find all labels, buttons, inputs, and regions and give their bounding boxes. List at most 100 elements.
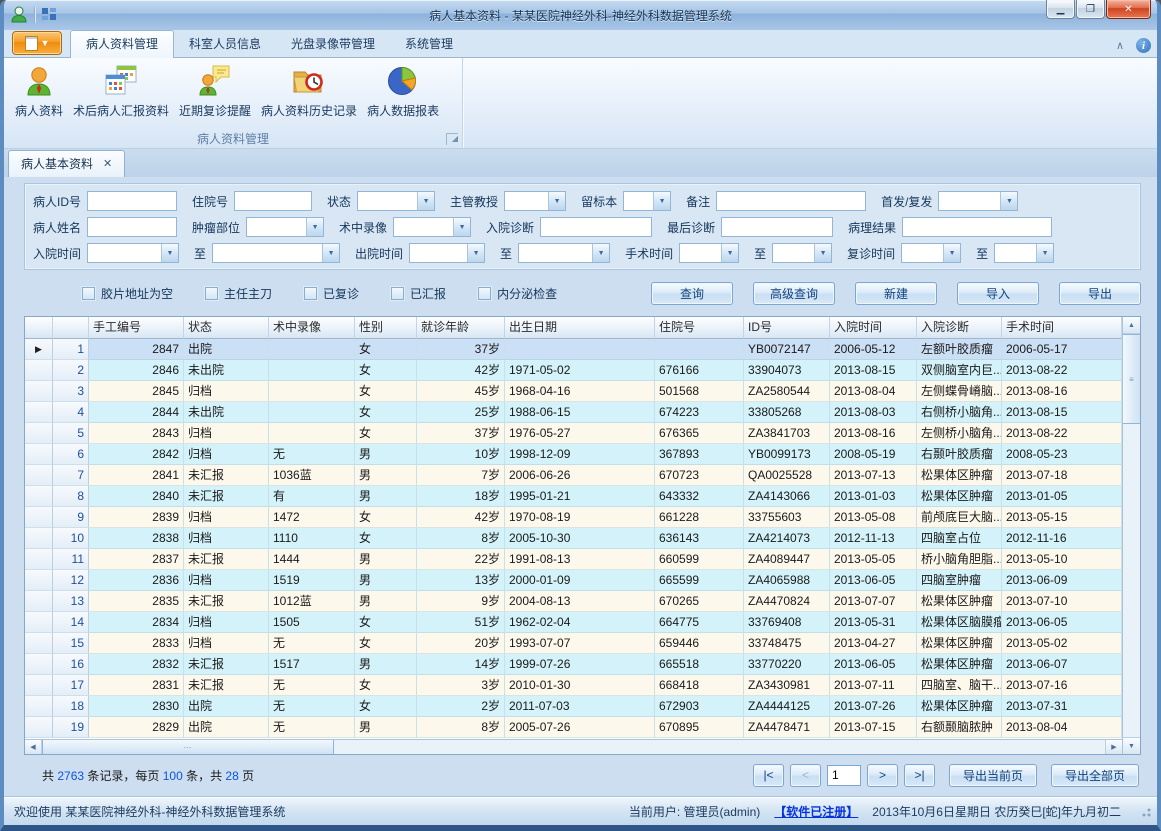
ribbon-tab-2[interactable]: 科室人员信息 — [174, 31, 276, 57]
action-button-3[interactable]: 新建 — [855, 282, 937, 305]
table-row[interactable]: 162832未汇报1517男14岁1999-07-266655183377022… — [25, 654, 1122, 675]
table-row[interactable]: 82840未汇报有男18岁1995-01-21643332ZA414306620… — [25, 486, 1122, 507]
ribbon-action-1[interactable]: 病人资料 — [10, 61, 68, 121]
filter-input-r2-1[interactable] — [87, 217, 177, 237]
table-row[interactable]: 92839归档1472女42岁1970-08-19661228337556032… — [25, 507, 1122, 528]
chevron-down-icon[interactable]: ▼ — [1000, 192, 1017, 210]
chevron-down-icon[interactable]: ▼ — [548, 192, 565, 210]
minimize-button[interactable]: ▁ — [1046, 0, 1075, 19]
ribbon-action-2[interactable]: 术后病人汇报资料 — [68, 61, 174, 121]
filter-combo-r3-6[interactable]: ▼ — [772, 243, 832, 263]
collapse-ribbon-icon[interactable]: ∧ — [1116, 41, 1124, 51]
chevron-down-icon[interactable]: ▼ — [592, 244, 609, 262]
chevron-down-icon[interactable]: ▼ — [306, 218, 323, 236]
table-row[interactable]: 152833归档无女20岁1993-07-0765944633748475201… — [25, 633, 1122, 654]
table-row[interactable]: 172831未汇报无女3岁2010-01-30668418ZA343098120… — [25, 675, 1122, 696]
filter-combo-r3-3[interactable]: ▼ — [409, 243, 485, 263]
prev-page-button[interactable]: < — [790, 764, 821, 787]
column-header-4[interactable]: 性别 — [355, 317, 417, 339]
application-menu-button[interactable]: ▼ — [12, 31, 62, 55]
column-header-11[interactable]: 手术时间 — [1002, 317, 1122, 339]
checkbox-2[interactable]: 主任主刀 — [205, 285, 272, 302]
filter-combo-r1-7[interactable]: ▼ — [938, 191, 1018, 211]
last-page-button[interactable]: >| — [904, 764, 935, 787]
first-page-button[interactable]: |< — [753, 764, 784, 787]
filter-combo-r3-7[interactable]: ▼ — [901, 243, 961, 263]
column-header-2[interactable]: 状态 — [184, 317, 269, 339]
scroll-right-icon[interactable]: ▶ — [1105, 740, 1122, 754]
filter-input-r2-5[interactable] — [721, 217, 833, 237]
column-header-3[interactable]: 术中录像 — [269, 317, 355, 339]
filter-combo-r2-2[interactable]: ▼ — [246, 217, 324, 237]
table-row[interactable]: 102838归档1110女8岁2005-10-30636143ZA4214073… — [25, 528, 1122, 549]
scroll-left-icon[interactable]: ◀ — [25, 740, 42, 754]
ribbon-action-3[interactable]: 近期复诊提醒 — [174, 61, 256, 121]
filter-combo-r3-4[interactable]: ▼ — [518, 243, 610, 263]
table-row[interactable]: 192829出院无男8岁2005-07-26670895ZA4478471201… — [25, 717, 1122, 738]
column-header-10[interactable]: 入院诊断 — [917, 317, 1002, 339]
chevron-down-icon[interactable]: ▼ — [453, 218, 470, 236]
filter-input-r1-1[interactable] — [87, 191, 177, 211]
table-row[interactable]: 62842归档无男10岁1998-12-09367893YB0099173200… — [25, 444, 1122, 465]
export-current-page-button[interactable]: 导出当前页 — [949, 764, 1037, 787]
table-row[interactable]: 132835未汇报1012蓝男9岁2004-08-13670265ZA44708… — [25, 591, 1122, 612]
column-header-9[interactable]: 入院时间 — [830, 317, 917, 339]
filter-combo-r1-5[interactable]: ▼ — [623, 191, 671, 211]
filter-combo-r3-1[interactable]: ▼ — [87, 243, 179, 263]
filter-combo-r1-3[interactable]: ▼ — [357, 191, 435, 211]
layout-icon[interactable] — [41, 6, 57, 25]
filter-combo-r3-5[interactable]: ▼ — [679, 243, 739, 263]
filter-input-r1-2[interactable] — [234, 191, 312, 211]
filter-input-r2-4[interactable] — [540, 217, 652, 237]
horizontal-scroll-track[interactable] — [334, 740, 1105, 754]
ribbon-tab-4[interactable]: 系统管理 — [390, 31, 468, 57]
chevron-down-icon[interactable]: ▼ — [417, 192, 434, 210]
checkbox-1[interactable]: 胶片地址为空 — [82, 285, 173, 302]
ribbon-action-4[interactable]: 病人资料历史记录 — [256, 61, 362, 121]
table-row[interactable]: 72841未汇报1036蓝男7岁2006-06-26670723QA002552… — [25, 465, 1122, 486]
scroll-up-icon[interactable]: ▲ — [1123, 317, 1140, 334]
column-header-1[interactable]: 手工编号 — [89, 317, 184, 339]
table-row[interactable]: 122836归档1519男13岁2000-01-09665599ZA406598… — [25, 570, 1122, 591]
checkbox-3[interactable]: 已复诊 — [304, 285, 359, 302]
vertical-scrollbar[interactable]: ▲ ≡ ▼ — [1122, 317, 1140, 754]
table-row[interactable]: 22846未出院女42岁1971-05-02676166339040732013… — [25, 360, 1122, 381]
table-row[interactable]: 32845归档女45岁1968-04-16501568ZA25805442013… — [25, 381, 1122, 402]
table-row[interactable]: ▶12847出院女37岁YB00721472006-05-12左额叶胶质瘤200… — [25, 339, 1122, 360]
column-header-8[interactable]: ID号 — [744, 317, 830, 339]
license-status-link[interactable]: 【软件已注册】 — [774, 803, 858, 820]
filter-input-r2-6[interactable] — [902, 217, 1052, 237]
chevron-down-icon[interactable]: ▼ — [1036, 244, 1053, 262]
chevron-down-icon[interactable]: ▼ — [943, 244, 960, 262]
chevron-down-icon[interactable]: ▼ — [467, 244, 484, 262]
table-row[interactable]: 112837未汇报1444男22岁1991-08-13660599ZA40894… — [25, 549, 1122, 570]
filter-input-r1-6[interactable] — [716, 191, 866, 211]
ribbon-action-5[interactable]: 病人数据报表 — [362, 61, 444, 121]
filter-combo-r1-4[interactable]: ▼ — [504, 191, 566, 211]
chevron-down-icon[interactable]: ▼ — [322, 244, 339, 262]
chevron-down-icon[interactable]: ▼ — [161, 244, 178, 262]
page-number-input[interactable] — [827, 765, 861, 786]
chevron-down-icon[interactable]: ▼ — [814, 244, 831, 262]
close-button[interactable]: ✕ — [1106, 0, 1151, 19]
ribbon-tab-3[interactable]: 光盘录像带管理 — [276, 31, 390, 57]
ribbon-tab-1[interactable]: 病人资料管理 — [70, 30, 174, 58]
close-tab-icon[interactable]: ✕ — [103, 157, 112, 170]
chevron-down-icon[interactable]: ▼ — [653, 192, 670, 210]
maximize-button[interactable]: ❐ — [1076, 0, 1105, 19]
vertical-scroll-thumb[interactable]: ≡ — [1123, 334, 1140, 424]
table-row[interactable]: 142834归档1505女51岁1962-02-0466477533769408… — [25, 612, 1122, 633]
column-header-5[interactable]: 就诊年龄 — [417, 317, 505, 339]
dialog-launcher-icon[interactable]: ◢ — [446, 133, 458, 145]
horizontal-scrollbar[interactable]: ◀ ⋯ ▶ — [25, 739, 1122, 754]
action-button-1[interactable]: 查询 — [651, 282, 733, 305]
table-row[interactable]: 52843归档女37岁1976-05-27676365ZA38417032013… — [25, 423, 1122, 444]
chevron-down-icon[interactable]: ▼ — [721, 244, 738, 262]
checkbox-5[interactable]: 内分泌检查 — [478, 285, 557, 302]
column-header-6[interactable]: 出生日期 — [505, 317, 655, 339]
action-button-5[interactable]: 导出 — [1059, 282, 1141, 305]
horizontal-scroll-thumb[interactable]: ⋯ — [42, 740, 334, 754]
column-header-7[interactable]: 住院号 — [655, 317, 744, 339]
checkbox-4[interactable]: 已汇报 — [391, 285, 446, 302]
filter-combo-r3-8[interactable]: ▼ — [994, 243, 1054, 263]
